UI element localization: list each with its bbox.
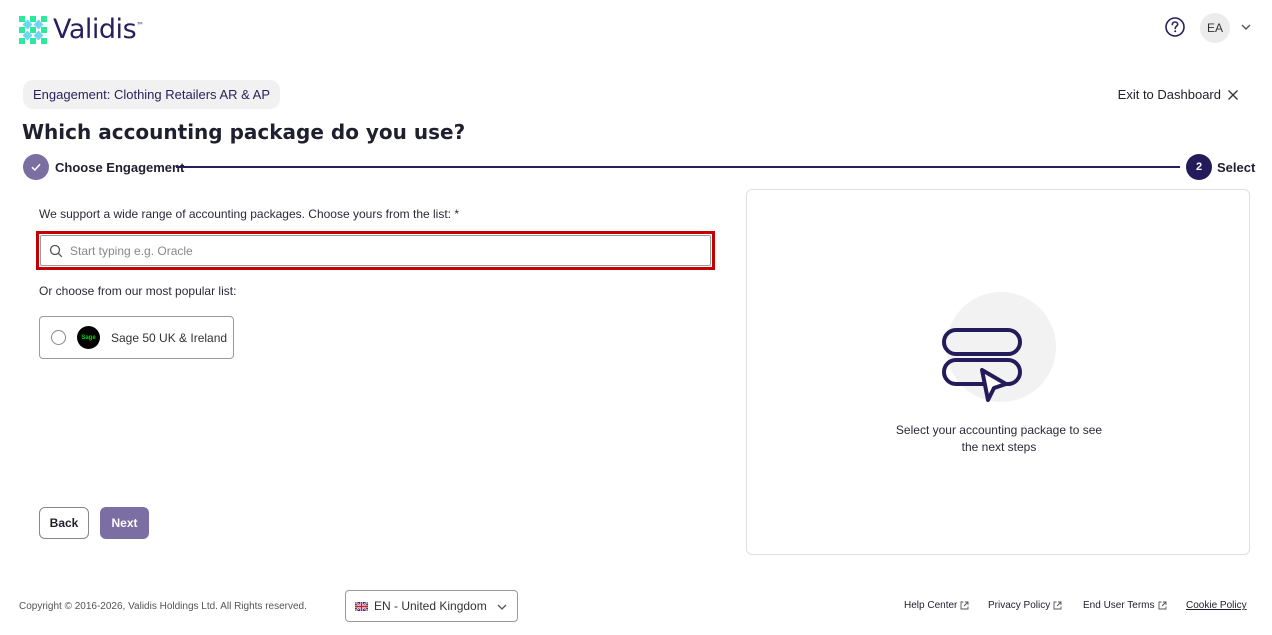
close-icon	[1228, 89, 1238, 100]
panel-message-line-2: the next steps	[961, 440, 1037, 454]
check-icon	[31, 163, 41, 172]
help-center-label: Help Center	[904, 600, 958, 611]
select-package-illustration-icon	[942, 328, 1022, 402]
help-circle-icon[interactable]	[1164, 16, 1186, 38]
step-2-active-indicator: 2	[1186, 154, 1212, 180]
panel-message: Select your accounting package to see th…	[747, 422, 1251, 456]
external-link-icon	[960, 601, 969, 610]
privacy-policy-label: Privacy Policy	[988, 600, 1051, 611]
logo-wordmark: Validis™	[53, 14, 144, 45]
validis-logo-icon	[19, 15, 47, 44]
step-1-label: Choose Engagement	[55, 160, 185, 175]
package-option-label: Sage 50 UK & Ireland	[111, 330, 228, 345]
stepper-connector	[176, 166, 1180, 168]
next-steps-panel: Select your accounting package to see th…	[746, 189, 1250, 555]
support-instruction: We support a wide range of accounting pa…	[39, 207, 460, 221]
package-search-field[interactable]	[40, 235, 711, 266]
engagement-pill: Engagement: Clothing Retailers AR & AP	[23, 80, 281, 109]
popular-list-label: Or choose from our most popular list:	[39, 284, 237, 298]
language-value: EN - United Kingdom	[374, 599, 487, 613]
package-option-sage-50[interactable]: Sage Sage 50 UK & Ireland	[39, 316, 234, 359]
panel-message-line-1: Select your accounting package to see	[895, 423, 1103, 437]
cookie-policy-link[interactable]: Cookie Policy	[1186, 600, 1247, 611]
external-link-icon	[1053, 601, 1062, 610]
chevron-down-icon	[497, 604, 507, 610]
exit-label: Exit to Dashboard	[1117, 87, 1221, 102]
copyright-text: Copyright © 2016-2026, Validis Holdings …	[19, 601, 307, 612]
next-button[interactable]: Next	[100, 507, 149, 539]
search-icon	[49, 244, 63, 257]
privacy-policy-link[interactable]: Privacy Policy	[988, 600, 1062, 611]
end-user-terms-link[interactable]: End User Terms	[1083, 600, 1167, 611]
help-center-link[interactable]: Help Center	[904, 600, 969, 611]
step-2-label: Select	[1217, 160, 1256, 175]
sage-logo-icon: Sage	[77, 326, 100, 349]
avatar[interactable]: EA	[1200, 13, 1230, 43]
end-user-terms-label: End User Terms	[1083, 600, 1155, 611]
exit-to-dashboard-link[interactable]: Exit to Dashboard	[1118, 87, 1239, 102]
page-title: Which accounting package do you use?	[22, 120, 466, 144]
language-selector[interactable]: EN - United Kingdom	[345, 590, 518, 622]
radio-button[interactable]	[51, 330, 66, 345]
step-1-complete-indicator	[23, 154, 49, 180]
package-search-input[interactable]	[70, 243, 690, 258]
validis-logo[interactable]: Validis™	[19, 14, 144, 45]
uk-flag-icon	[355, 601, 368, 611]
chevron-down-icon[interactable]	[1240, 21, 1252, 33]
back-button[interactable]: Back	[39, 507, 89, 539]
external-link-icon	[1158, 601, 1166, 610]
